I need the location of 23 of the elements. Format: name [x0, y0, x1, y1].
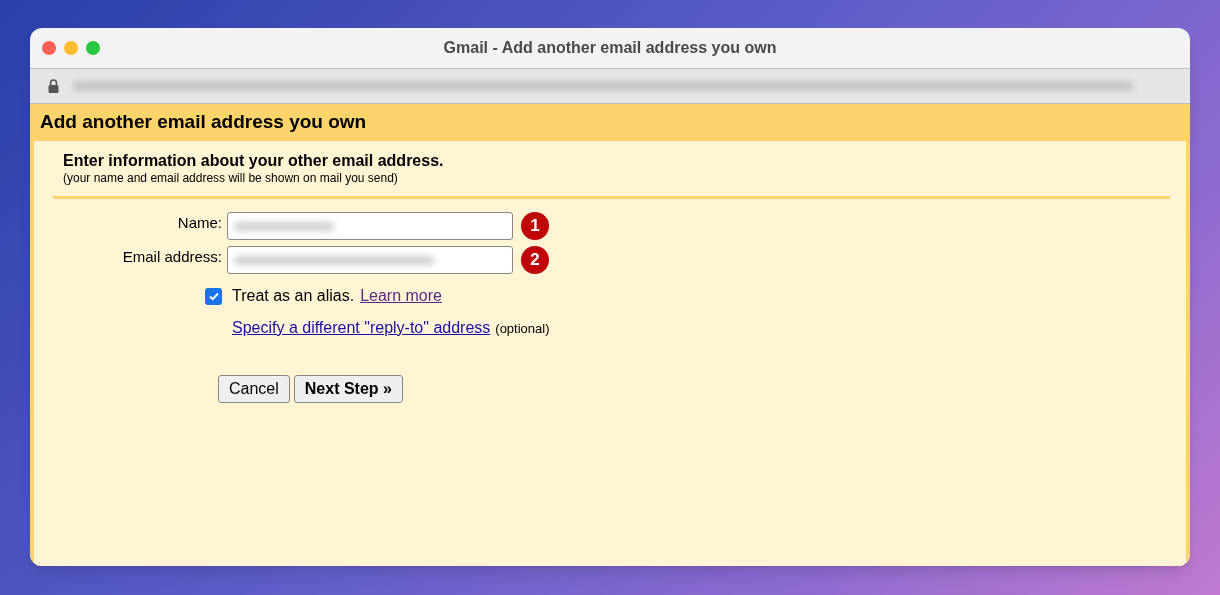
field-label: Name:	[176, 213, 223, 233]
window-title: Gmail - Add another email address you own	[443, 38, 777, 58]
maximize-icon[interactable]	[86, 41, 100, 55]
intro-text: Enter information about your other email address.	[63, 151, 445, 171]
alias-label: Treat as an alias.	[232, 286, 355, 306]
text-field[interactable]	[227, 212, 513, 240]
step-badge: 1	[521, 212, 549, 240]
minimize-icon[interactable]	[64, 41, 78, 55]
optional-note: (optional)	[495, 320, 550, 338]
page-heading: Add another email address you own	[40, 110, 367, 135]
checkmark-icon	[207, 290, 220, 302]
field-label: Email address:	[121, 247, 223, 267]
step-badge: 2	[521, 246, 549, 274]
address-bar[interactable]	[30, 68, 1190, 104]
cancel-button[interactable]: Cancel	[218, 375, 290, 403]
close-icon[interactable]	[42, 41, 56, 55]
learn-more-link[interactable]: Learn more	[360, 284, 442, 308]
text-field[interactable]	[227, 246, 513, 274]
next-step-button[interactable]: Next Step »	[293, 375, 403, 403]
intro-note: (your name and email address will be shown on mail you send)	[63, 171, 399, 186]
alias-checkbox[interactable]	[205, 287, 222, 305]
lock-icon	[48, 79, 59, 93]
reply-to-link[interactable]: Specify a different "reply-to" address	[232, 316, 491, 340]
